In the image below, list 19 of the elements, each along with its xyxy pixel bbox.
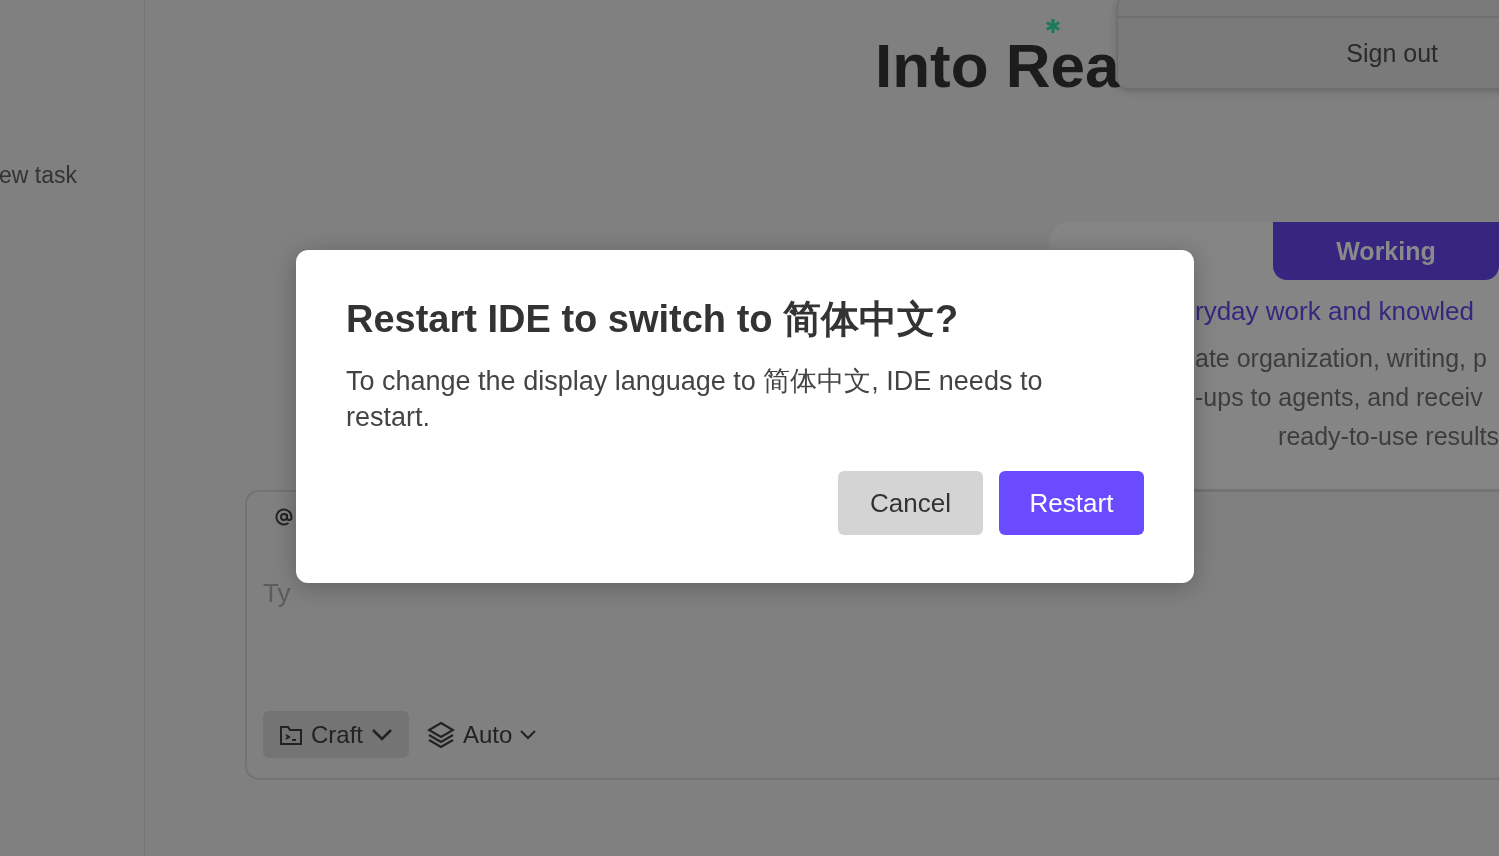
card-subtitle: ryday work and knowled	[1195, 296, 1475, 327]
chevron-down-icon	[520, 729, 537, 740]
asterisk-icon	[1045, 18, 1061, 34]
model-dropdown[interactable]: Auto	[427, 720, 537, 749]
card-description: -ups to agents, and receiv	[1195, 382, 1483, 413]
at-sign-icon	[275, 508, 293, 526]
hero-heading: Into Rea	[875, 38, 1120, 94]
layers-icon	[427, 720, 455, 749]
folder-terminal-icon	[279, 723, 303, 746]
card-description: ate organization, writing, p	[1195, 343, 1487, 374]
mode-dropdown[interactable]: Craft	[263, 711, 409, 758]
sidebar-item[interactable]: ew task	[0, 162, 144, 189]
chevron-down-icon	[371, 727, 393, 742]
dialog-title: Restart IDE to switch to 简体中文?	[346, 297, 960, 342]
feature-tab[interactable]: Working	[1273, 222, 1499, 280]
dialog-message: To change the display language to 简体中文, IDE needs to restart.	[346, 365, 1044, 434]
card-description: ready-to-use results	[1278, 421, 1499, 452]
cancel-button[interactable]: Cancel	[838, 471, 983, 535]
restart-button[interactable]: Restart	[999, 471, 1144, 535]
